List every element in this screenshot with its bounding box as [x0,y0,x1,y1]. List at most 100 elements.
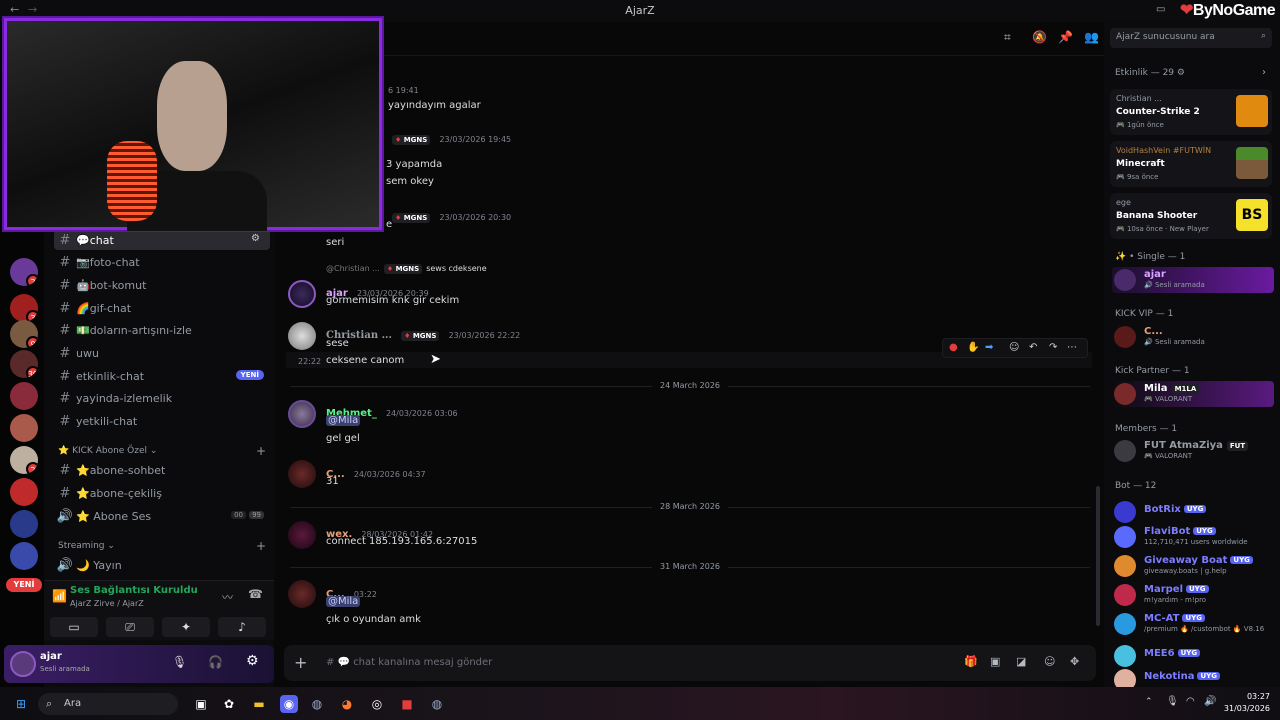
avatar[interactable] [288,400,316,428]
reply-icon[interactable]: ↶ [1029,342,1037,353]
clock-date[interactable]: 31/03/2026 [1222,704,1270,713]
obs-icon[interactable]: ◎ [368,695,386,713]
copilot-icon[interactable]: ✿ [220,695,238,713]
channel-chat[interactable]: # 💬chat ⚙ [54,230,270,250]
pin-icon[interactable]: 📌 [1058,30,1073,44]
category-kick-abone[interactable]: ⭐ KICK Abone Özel ⌄ + [58,444,268,458]
member-item[interactable]: Giveaway Boat UYG giveaway.boats | g.help [1112,553,1274,579]
mention[interactable]: @Mila [326,415,361,426]
add-channel-icon[interactable]: + [256,444,266,458]
server-icon[interactable]: 9 [10,320,38,348]
server-icon[interactable]: 39 [10,350,38,378]
channel-uwu[interactable]: # uwu [54,343,270,363]
member-item[interactable]: FUT AtmaZiya FUT 🎮 VALORANT [1112,438,1274,464]
avatar[interactable] [288,280,316,308]
taskbar-search[interactable]: ⌕ Ara [38,693,178,715]
activity-card[interactable]: VoidHashVein #FUTWİN Minecraft 🎮 9sa önc… [1110,141,1272,187]
server-icon[interactable] [10,382,38,410]
headphones-icon[interactable]: 🎧 [208,655,223,669]
reply-preview[interactable]: @Christian ... ♦ MGNS sews cdeksene [326,264,487,274]
activities-button[interactable]: ✦ [162,617,210,637]
new-servers-badge[interactable]: YENİ [6,578,42,592]
avatar[interactable] [288,580,316,608]
microphone-icon[interactable]: 🎙 [172,655,187,669]
add-reaction-icon[interactable]: ☺ [1009,342,1019,353]
channel-yayinda-izlemelik[interactable]: # yayinda-izlemelik [54,388,270,408]
screen-share-button[interactable]: ⎚ [106,617,154,637]
avatar[interactable] [288,521,316,549]
member-item[interactable]: FlaviBot UYG 112,710,471 users worldwide [1112,524,1274,550]
signal-icon[interactable]: 📶 [52,589,67,603]
reaction-hand-icon[interactable]: ✋ [967,342,979,353]
reaction-red-icon[interactable]: ● [949,342,958,353]
channel-gif-chat[interactable]: # 🌈gif-chat [54,298,270,318]
file-explorer-icon[interactable]: ▬ [250,695,268,713]
server-search-input[interactable]: AjarZ sunucusunu ara ⌕ [1110,28,1272,48]
add-channel-icon[interactable]: + [256,539,266,553]
member-item[interactable]: Mila M1LA 🎮 VALORANT [1112,381,1274,407]
soundboard-button[interactable]: ♪ [218,617,266,637]
activity-card[interactable]: ege Banana Shooter 🎮 10sa önce · New Pla… [1110,193,1272,239]
server-icon[interactable]: 2 [10,446,38,474]
voice-channel-abone-ses[interactable]: 🔊 ⭐ Abone Ses 00 99 [54,506,270,526]
member-item[interactable]: Nekotina UYG [1112,667,1274,687]
discord-icon[interactable]: ◉ [280,695,298,713]
activity-card[interactable]: Christian ... Counter-Strike 2 🎮 1gün ön… [1110,89,1272,135]
steam-icon-2[interactable]: ◍ [428,695,446,713]
member-item[interactable]: BotRix UYG [1112,499,1274,525]
server-icon[interactable] [10,478,38,506]
member-list-icon[interactable]: 👥 [1084,30,1099,44]
message-input[interactable]: # 💬 chat kanalına mesaj gönder [326,657,492,668]
channel-abone-cekilis[interactable]: # ⭐abone-çekiliş [54,483,270,503]
member-item[interactable]: MEE6 UYG [1112,643,1274,669]
invite-settings-icon[interactable]: ⚙ [251,233,260,244]
noise-suppression-icon[interactable]: 〰 [222,589,233,605]
mic-tray-icon[interactable]: 🎙 [1166,696,1179,707]
disconnect-icon[interactable]: ☎ [248,587,263,601]
wifi-icon[interactable]: ◠ [1186,696,1195,707]
chevron-right-icon[interactable]: › [1262,67,1266,78]
server-icon[interactable] [10,542,38,570]
firefox-icon[interactable]: ◕ [338,695,356,713]
sticker-icon[interactable]: ◪ [1016,655,1026,668]
voice-channel-yayin[interactable]: 🔊 🌙 Yayın [54,555,270,575]
notifications-icon[interactable]: 🔕 [1032,30,1047,44]
member-item[interactable]: ajar 🔊 Sesli aramada [1112,267,1274,293]
windows-start-icon[interactable]: ⊞ [12,695,30,713]
mention[interactable]: @Mila [326,596,361,607]
settings-gear-icon[interactable]: ⚙ [246,653,259,669]
avatar[interactable] [10,651,36,677]
category-streaming[interactable]: Streaming ⌄ + [58,539,268,553]
inbox-icon[interactable]: ▭ [1156,4,1165,15]
channel-bot-komut[interactable]: # 🤖bot-komut [54,275,270,295]
member-item[interactable]: MC-AT UYG/premium 🔥 /custombot 🔥 V8.16 [1112,611,1274,637]
gift-icon[interactable]: 🎁 [964,655,978,668]
more-options-icon[interactable]: ⋯ [1067,342,1077,353]
channel-foto-chat[interactable]: # 📷foto-chat [54,252,270,272]
server-icon[interactable]: 2 [10,258,38,286]
tray-chevron-icon[interactable]: ⌃ [1145,697,1153,707]
gif-icon[interactable]: ▣ [990,655,1000,668]
avatar[interactable] [288,460,316,488]
reaction-arrow-icon[interactable]: ➡ [985,342,993,353]
attach-plus-icon[interactable]: + [294,653,307,672]
apps-icon[interactable]: ✥ [1070,655,1079,668]
member-item[interactable]: Marpel UYG m!yardım - m!pro [1112,582,1274,608]
server-icon[interactable] [10,414,38,442]
task-view-icon[interactable]: ▣ [192,695,210,713]
server-icon[interactable]: 3 [10,294,38,322]
voice-channel-path[interactable]: AjarZ Zirve / AjarZ [70,599,144,608]
channel-etkinlik-chat[interactable]: # etkinlik-chat YENİ [54,366,270,386]
avatar[interactable] [288,322,316,350]
member-item[interactable]: C... 🔊 Sesli aramada [1112,324,1274,350]
channel-dolar[interactable]: # 💵doların-artışını-izle [54,320,270,340]
steam-icon[interactable]: ◍ [308,695,326,713]
volume-icon[interactable]: 🔊 [1204,696,1216,707]
emoji-icon[interactable]: ☺ [1044,655,1055,668]
app-icon[interactable]: ■ [398,695,416,713]
clock-time[interactable]: 03:27 [1230,692,1270,701]
scrollbar[interactable] [1096,486,1100,626]
camera-off-button[interactable]: ▭ [50,617,98,637]
forward-icon[interactable]: ↷ [1049,342,1057,353]
channel-abone-sohbet[interactable]: # ⭐abone-sohbet [54,460,270,480]
